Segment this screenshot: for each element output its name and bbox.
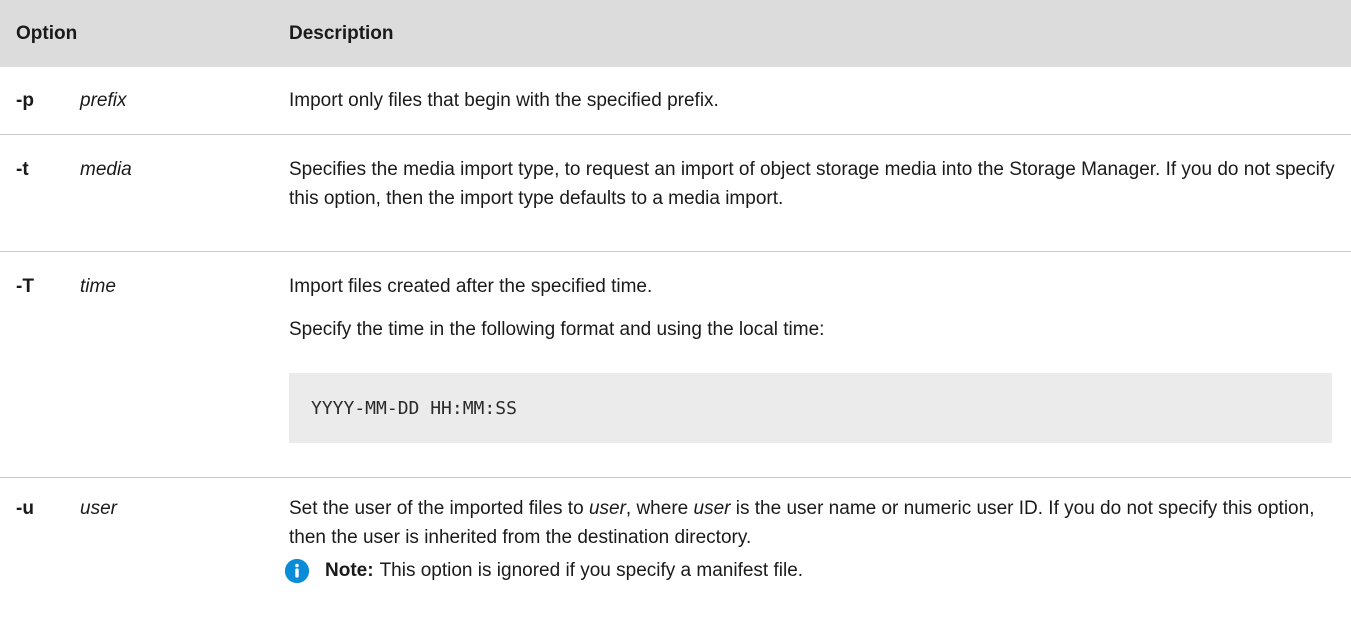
note-text: This option is ignored if you specify a … xyxy=(379,560,804,581)
option-flag: -u xyxy=(16,498,34,519)
description-text: Import only files that begin with the sp… xyxy=(289,90,719,111)
options-table: Option Description -p prefix Import only… xyxy=(0,0,1351,628)
code-block: YYYY-MM-DD HH:MM:SS xyxy=(289,373,1332,443)
option-description: Import files created after the specified… xyxy=(229,272,1351,477)
description-text: Set the user of the imported files to us… xyxy=(289,494,1351,552)
header-description: Description xyxy=(289,22,394,44)
table-row: -u user Set the user of the imported fil… xyxy=(0,478,1351,628)
header-option: Option xyxy=(16,22,78,44)
option-description: Import only files that begin with the sp… xyxy=(229,86,1351,134)
option-argument: media xyxy=(80,159,132,180)
option-flag: -p xyxy=(16,90,34,111)
option-argument: time xyxy=(80,276,116,297)
option-argument: user xyxy=(80,498,117,519)
description-part: Set the user of the imported files to xyxy=(289,498,589,519)
description-text: Specify the time in the following format… xyxy=(289,319,825,340)
table-row: -t media Specifies the media import type… xyxy=(0,135,1351,252)
option-flag: -t xyxy=(16,159,29,180)
description-emphasis: user xyxy=(693,498,731,519)
table-row: -p prefix Import only files that begin w… xyxy=(0,67,1351,135)
option-argument: prefix xyxy=(80,90,127,111)
info-icon xyxy=(285,558,309,583)
description-text: Specifies the media import type, to requ… xyxy=(289,159,1335,209)
description-text: Import files created after the specified… xyxy=(289,276,653,297)
table-header: Option Description xyxy=(0,0,1351,67)
note-label: Note: xyxy=(325,560,374,581)
option-description: Set the user of the imported files to us… xyxy=(229,494,1351,628)
option-description: Specifies the media import type, to requ… xyxy=(229,155,1351,251)
description-part: , where xyxy=(625,498,694,519)
table-row: -T time Import files created after the s… xyxy=(0,252,1351,478)
note: Note: This option is ignored if you spec… xyxy=(285,556,1351,585)
option-flag: -T xyxy=(16,276,34,297)
description-emphasis: user xyxy=(588,498,626,519)
